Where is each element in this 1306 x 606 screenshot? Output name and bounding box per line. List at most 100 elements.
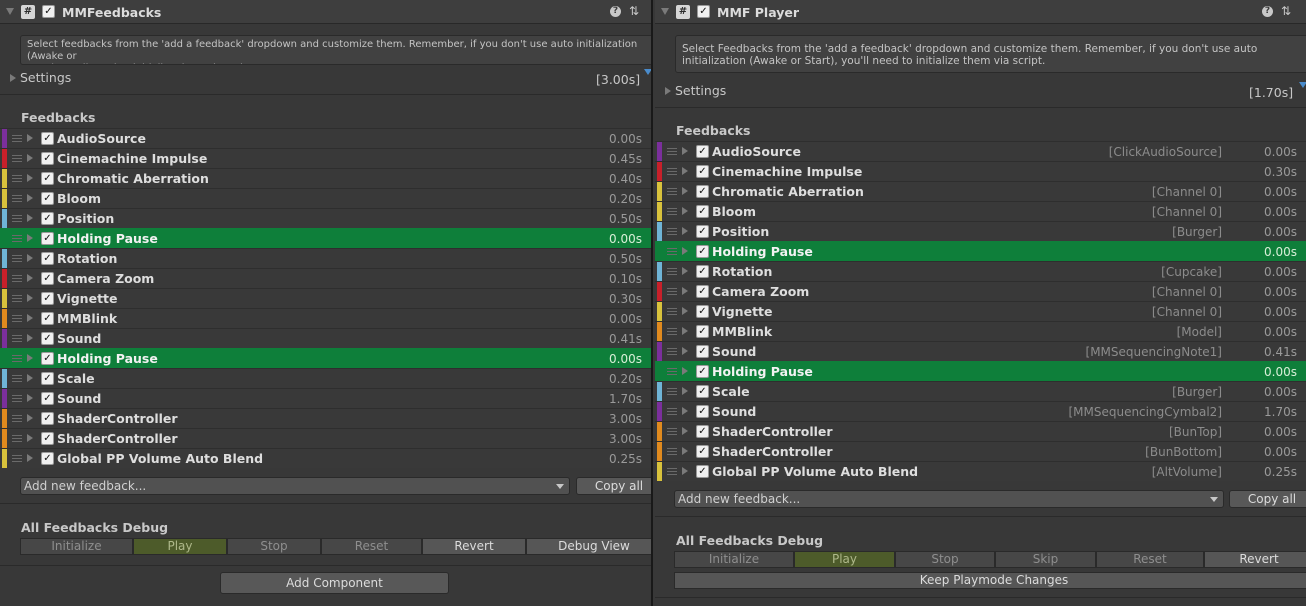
revert-button[interactable]: Revert — [422, 538, 526, 555]
expand-arrow-icon[interactable] — [682, 247, 688, 255]
debug-view-button[interactable]: Debug View — [526, 538, 651, 555]
feedback-active-checkbox[interactable]: ✓ — [41, 312, 54, 325]
expand-arrow-icon[interactable] — [27, 254, 33, 262]
drag-handle-icon[interactable] — [667, 288, 677, 295]
feedback-row[interactable]: ✓ ShaderController 3.00s — [0, 408, 651, 428]
feedback-active-checkbox[interactable]: ✓ — [696, 285, 709, 298]
feedback-row[interactable]: ✓ MMBlink 0.00s — [0, 308, 651, 328]
feedback-row[interactable]: ✓ Holding Pause 0.00s — [0, 228, 651, 248]
reset-button[interactable]: Reset — [1096, 551, 1204, 568]
drag-handle-icon[interactable] — [667, 408, 677, 415]
drag-handle-icon[interactable] — [12, 375, 22, 382]
stop-button[interactable]: Stop — [895, 551, 995, 568]
expand-arrow-icon[interactable] — [27, 214, 33, 222]
drag-handle-icon[interactable] — [667, 388, 677, 395]
feedback-row[interactable]: ✓ Camera Zoom 0.10s — [0, 268, 651, 288]
feedback-active-checkbox[interactable]: ✓ — [41, 172, 54, 185]
feedback-row[interactable]: ✓ ShaderController [BunBottom] 0.00s — [655, 441, 1306, 461]
feedback-row[interactable]: ✓ Sound [MMSequencingNote1] 0.41s — [655, 341, 1306, 361]
drag-handle-icon[interactable] — [12, 155, 22, 162]
feedback-row[interactable]: ✓ Bloom [Channel 0] 0.00s — [655, 201, 1306, 221]
expand-arrow-icon[interactable] — [682, 367, 688, 375]
expand-arrow-icon[interactable] — [682, 387, 688, 395]
feedback-active-checkbox[interactable]: ✓ — [696, 465, 709, 478]
drag-handle-icon[interactable] — [667, 208, 677, 215]
feedback-active-checkbox[interactable]: ✓ — [41, 212, 54, 225]
expand-arrow-icon[interactable] — [27, 414, 33, 422]
feedback-row[interactable]: ✓ ShaderController 3.00s — [0, 428, 651, 448]
drag-handle-icon[interactable] — [12, 175, 22, 182]
component-enabled-checkbox[interactable]: ✓ — [42, 5, 55, 18]
expand-arrow-icon[interactable] — [682, 467, 688, 475]
drag-handle-icon[interactable] — [667, 188, 677, 195]
expand-arrow-icon[interactable] — [682, 327, 688, 335]
expand-arrow-icon[interactable] — [682, 407, 688, 415]
component-header[interactable]: # ✓ MMF Player ? ⇅ — [655, 0, 1306, 24]
feedback-active-checkbox[interactable]: ✓ — [41, 392, 54, 405]
feedback-active-checkbox[interactable]: ✓ — [41, 432, 54, 445]
drag-handle-icon[interactable] — [12, 315, 22, 322]
initialize-button[interactable]: Initialize — [674, 551, 794, 568]
expand-arrow-icon[interactable] — [27, 314, 33, 322]
drag-handle-icon[interactable] — [667, 368, 677, 375]
copy-all-button[interactable]: Copy all — [576, 477, 651, 495]
feedback-active-checkbox[interactable]: ✓ — [696, 345, 709, 358]
feedback-row[interactable]: ✓ Position 0.50s — [0, 208, 651, 228]
feedback-active-checkbox[interactable]: ✓ — [41, 252, 54, 265]
presets-icon[interactable]: ⇅ — [629, 4, 639, 18]
expand-arrow-icon[interactable] — [682, 447, 688, 455]
component-header[interactable]: # ✓ MMFeedbacks ? ⇅ — [0, 0, 651, 24]
drag-handle-icon[interactable] — [12, 275, 22, 282]
component-enabled-checkbox[interactable]: ✓ — [697, 5, 710, 18]
feedback-row[interactable]: ✓ Cinemachine Impulse 0.30s — [655, 161, 1306, 181]
add-component-button[interactable]: Add Component — [220, 572, 449, 594]
feedback-row[interactable]: ✓ Global PP Volume Auto Blend [AltVolume] 0… — [655, 461, 1306, 481]
drag-handle-icon[interactable] — [12, 335, 22, 342]
expand-arrow-icon[interactable] — [27, 394, 33, 402]
drag-handle-icon[interactable] — [12, 235, 22, 242]
feedback-row[interactable]: ✓ Camera Zoom [Channel 0] 0.00s — [655, 281, 1306, 301]
feedback-row[interactable]: ✓ Chromatic Aberration [Channel 0] 0.00s — [655, 181, 1306, 201]
feedback-active-checkbox[interactable]: ✓ — [696, 325, 709, 338]
feedback-active-checkbox[interactable]: ✓ — [696, 305, 709, 318]
settings-foldout[interactable]: Settings [3.00s] — [0, 69, 651, 87]
drag-handle-icon[interactable] — [667, 248, 677, 255]
expand-arrow-icon[interactable] — [665, 87, 671, 95]
drag-handle-icon[interactable] — [667, 168, 677, 175]
drag-handle-icon[interactable] — [667, 308, 677, 315]
foldout-arrow-icon[interactable] — [6, 8, 14, 15]
help-icon[interactable]: ? — [610, 6, 621, 17]
expand-arrow-icon[interactable] — [682, 347, 688, 355]
foldout-arrow-icon[interactable] — [661, 8, 669, 15]
feedback-active-checkbox[interactable]: ✓ — [696, 165, 709, 178]
keep-playmode-changes-button[interactable]: Keep Playmode Changes — [674, 572, 1306, 589]
feedback-active-checkbox[interactable]: ✓ — [41, 152, 54, 165]
feedback-active-checkbox[interactable]: ✓ — [41, 352, 54, 365]
feedback-active-checkbox[interactable]: ✓ — [41, 192, 54, 205]
add-feedback-dropdown[interactable]: Add new feedback... — [20, 477, 570, 495]
drag-handle-icon[interactable] — [12, 415, 22, 422]
add-feedback-dropdown[interactable]: Add new feedback... — [674, 490, 1224, 508]
drag-handle-icon[interactable] — [12, 355, 22, 362]
feedback-active-checkbox[interactable]: ✓ — [41, 232, 54, 245]
expand-arrow-icon[interactable] — [27, 374, 33, 382]
expand-arrow-icon[interactable] — [27, 134, 33, 142]
expand-arrow-icon[interactable] — [10, 74, 16, 82]
drag-handle-icon[interactable] — [12, 135, 22, 142]
feedback-active-checkbox[interactable]: ✓ — [696, 245, 709, 258]
expand-arrow-icon[interactable] — [682, 307, 688, 315]
feedback-active-checkbox[interactable]: ✓ — [696, 445, 709, 458]
presets-icon[interactable]: ⇅ — [1281, 4, 1291, 18]
feedback-active-checkbox[interactable]: ✓ — [41, 332, 54, 345]
drag-handle-icon[interactable] — [667, 328, 677, 335]
feedback-row[interactable]: ✓ Global PP Volume Auto Blend 0.25s — [0, 448, 651, 468]
drag-handle-icon[interactable] — [667, 148, 677, 155]
feedback-row[interactable]: ✓ MMBlink [Model] 0.00s — [655, 321, 1306, 341]
feedback-row[interactable]: ✓ Scale 0.20s — [0, 368, 651, 388]
expand-arrow-icon[interactable] — [27, 334, 33, 342]
drag-handle-icon[interactable] — [667, 228, 677, 235]
drag-handle-icon[interactable] — [12, 455, 22, 462]
copy-all-button[interactable]: Copy all — [1229, 490, 1306, 508]
expand-arrow-icon[interactable] — [27, 274, 33, 282]
feedback-row[interactable]: ✓ Holding Pause 0.00s — [655, 361, 1306, 381]
